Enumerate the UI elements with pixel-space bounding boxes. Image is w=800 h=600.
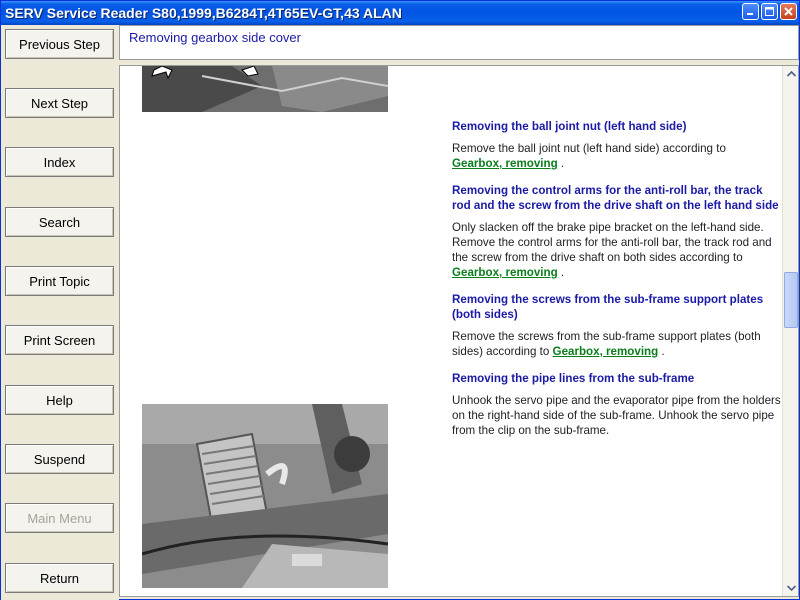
- section-control-arms: Removing the control arms for the anti-r…: [452, 183, 782, 280]
- window-controls: [742, 3, 797, 20]
- next-step-button[interactable]: Next Step: [5, 88, 114, 118]
- return-button[interactable]: Return: [5, 563, 114, 593]
- content-pane: Removing the ball joint nut (left hand s…: [119, 65, 799, 597]
- gearbox-removing-link[interactable]: Gearbox, removing: [553, 345, 659, 358]
- chevron-down-icon: [786, 585, 796, 591]
- navigation-sidebar: Previous Step Next Step Index Search Pri…: [1, 25, 119, 600]
- section-body: Remove the screws from the sub-frame sup…: [452, 329, 782, 359]
- section-body-end: .: [560, 266, 565, 279]
- minimize-icon: [747, 13, 753, 15]
- section-heading: Removing the pipe lines from the sub-fra…: [452, 372, 695, 385]
- main-menu-button: Main Menu: [5, 503, 114, 533]
- gearbox-removing-link[interactable]: Gearbox, removing: [452, 157, 558, 170]
- section-body: Only slacken off the brake pipe bracket …: [452, 220, 782, 280]
- scroll-thumb[interactable]: [784, 272, 798, 328]
- instruction-text: Removing the ball joint nut (left hand s…: [452, 119, 782, 438]
- section-body-text: Remove the ball joint nut (left hand sid…: [452, 142, 726, 155]
- car-underside-photo: [142, 66, 389, 112]
- section-sub-frame-screws: Removing the screws from the sub-frame s…: [452, 292, 782, 359]
- print-topic-button[interactable]: Print Topic: [5, 266, 114, 296]
- index-button[interactable]: Index: [5, 147, 114, 177]
- search-button[interactable]: Search: [5, 207, 114, 237]
- procedure-photo-top: [142, 66, 389, 112]
- close-button[interactable]: [780, 3, 797, 20]
- topic-header: Removing gearbox side cover: [119, 25, 799, 60]
- previous-step-button[interactable]: Previous Step: [5, 29, 114, 59]
- help-button[interactable]: Help: [5, 385, 114, 415]
- scroll-down-button[interactable]: [783, 580, 798, 596]
- title-bar[interactable]: SERV Service Reader S80,1999,B6284T,4T65…: [1, 1, 799, 25]
- section-heading: Removing the control arms for the anti-r…: [452, 184, 779, 212]
- maximize-button[interactable]: [761, 3, 778, 20]
- section-body: Remove the ball joint nut (left hand sid…: [452, 141, 782, 171]
- section-body-end: .: [560, 157, 565, 170]
- window-title: SERV Service Reader S80,1999,B6284T,4T65…: [5, 5, 402, 21]
- scroll-up-button[interactable]: [783, 66, 798, 82]
- section-body-end: .: [661, 345, 665, 358]
- procedure-photo-bottom: [141, 404, 389, 588]
- section-heading: Removing the ball joint nut (left hand s…: [452, 120, 687, 133]
- suspend-button[interactable]: Suspend: [5, 444, 114, 474]
- print-screen-button[interactable]: Print Screen: [5, 325, 114, 355]
- close-icon: [784, 7, 793, 16]
- chevron-up-icon: [786, 71, 796, 77]
- section-pipe-lines: Removing the pipe lines from the sub-fra…: [452, 371, 782, 438]
- app-window: SERV Service Reader S80,1999,B6284T,4T65…: [0, 0, 800, 600]
- section-body: Unhook the servo pipe and the evaporator…: [452, 394, 781, 437]
- gearbox-removing-link[interactable]: Gearbox, removing: [452, 266, 558, 279]
- maximize-icon: [765, 7, 774, 16]
- section-heading: Removing the screws from the sub-frame s…: [452, 293, 764, 321]
- section-ball-joint: Removing the ball joint nut (left hand s…: [452, 119, 782, 171]
- topic-title: Removing gearbox side cover: [129, 30, 301, 45]
- section-body-text: Only slacken off the brake pipe bracket …: [452, 221, 772, 264]
- minimize-button[interactable]: [742, 3, 759, 20]
- vertical-scrollbar[interactable]: [782, 66, 798, 596]
- gearbox-underside-photo: [141, 404, 389, 588]
